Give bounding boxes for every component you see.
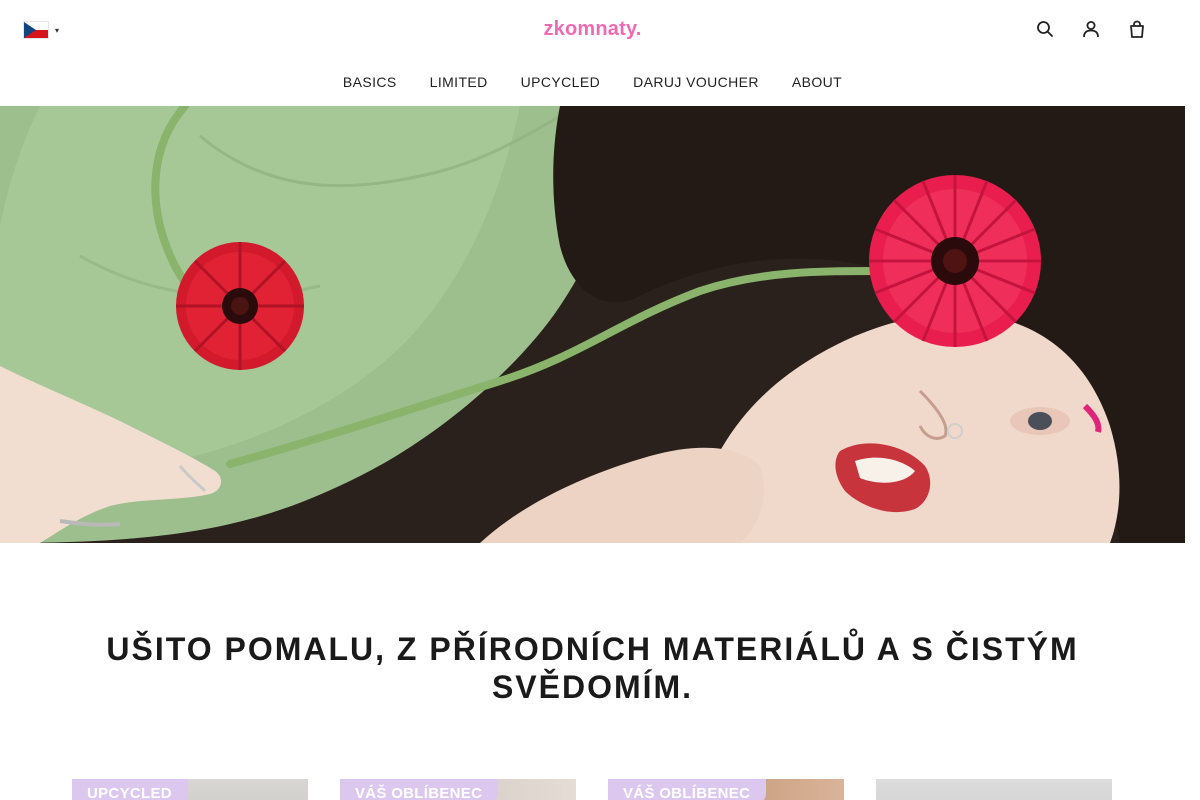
search-icon xyxy=(1037,21,1053,37)
product-grid: UPCYCLED VÁŠ OBLÍBENEC VÁŠ OBLÍBENEC xyxy=(72,779,1112,800)
cart-button[interactable] xyxy=(1128,20,1146,38)
nav-item-upcycled[interactable]: UPCYCLED xyxy=(521,74,600,90)
account-icon xyxy=(1083,21,1099,38)
product-card[interactable]: UPCYCLED xyxy=(72,779,308,800)
hero-banner[interactable] xyxy=(0,106,1185,543)
nav-item-about[interactable]: ABOUT xyxy=(792,74,842,90)
nav-item-daruj-voucher[interactable]: DARUJ VOUCHER xyxy=(633,74,759,90)
nav-item-basics[interactable]: BASICS xyxy=(343,74,397,90)
product-card[interactable]: VÁŠ OBLÍBENEC xyxy=(340,779,576,800)
site-logo[interactable]: zkomnaty. xyxy=(0,18,1185,41)
page-headline: UŠITO POMALU, Z PŘÍRODNÍCH MATERIÁLŮ A S… xyxy=(106,631,1079,705)
account-button[interactable] xyxy=(1082,20,1100,38)
search-button[interactable] xyxy=(1036,20,1054,38)
product-badge: VÁŠ OBLÍBENEC xyxy=(608,779,767,800)
product-badge: VÁŠ OBLÍBENEC xyxy=(340,779,499,800)
site-header: ▾ zkomnaty. BASICS LIMITED UPCYCLED DARU… xyxy=(0,0,1200,106)
hero-image xyxy=(0,106,1185,543)
header-icons xyxy=(1036,20,1146,38)
nav-item-limited[interactable]: LIMITED xyxy=(430,74,488,90)
product-badge: UPCYCLED xyxy=(72,779,188,800)
product-card[interactable] xyxy=(876,779,1112,800)
main-nav: BASICS LIMITED UPCYCLED DARUJ VOUCHER AB… xyxy=(0,74,1185,90)
cart-icon xyxy=(1130,20,1144,38)
product-card[interactable]: VÁŠ OBLÍBENEC xyxy=(608,779,844,800)
